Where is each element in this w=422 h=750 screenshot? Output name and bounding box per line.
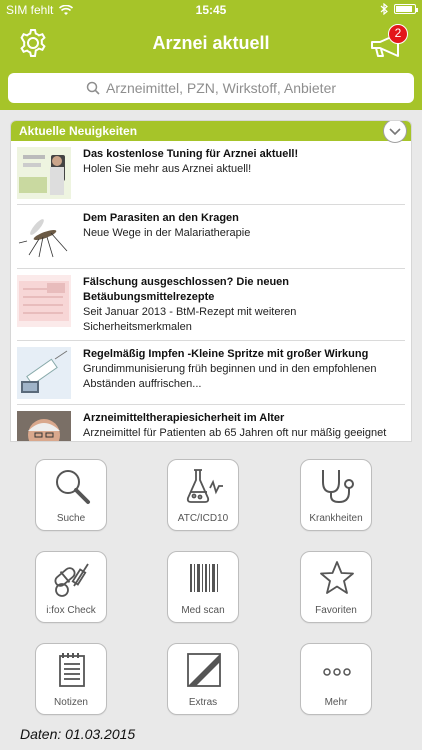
- tile-suche[interactable]: Suche: [35, 459, 107, 531]
- tile-atc-icd10[interactable]: ATC/ICD10: [167, 459, 239, 531]
- news-headline: Regelmäßig Impfen -Kleine Spritze mit gr…: [83, 348, 369, 360]
- news-item[interactable]: Arzneimitteltherapiesicherheit im Alter …: [17, 405, 405, 441]
- chevron-down-icon: [389, 128, 401, 136]
- news-item[interactable]: Das kostenlose Tuning für Arznei aktuell…: [17, 141, 405, 205]
- tile-label: Notizen: [54, 697, 88, 708]
- tile-label: i:fox Check: [46, 605, 96, 616]
- tile-krankheiten[interactable]: Krankheiten: [300, 459, 372, 531]
- barcode-icon: [190, 564, 218, 592]
- tile-label: Extras: [188, 697, 218, 708]
- status-right: [380, 3, 418, 15]
- tile-ifox-check[interactable]: i:fox Check: [35, 551, 107, 623]
- elderly-man-thumbnail: [17, 411, 71, 441]
- news-item[interactable]: Fälschung ausgeschlossen? Die neuen Betä…: [17, 269, 405, 341]
- lab-flask-icon: [186, 469, 223, 503]
- notification-badge[interactable]: 2: [388, 24, 408, 44]
- news-headline: Arzneimitteltherapiesicherheit im Alter: [83, 412, 285, 424]
- news-headline: Fälschung ausgeschlossen? Die neuen Betä…: [83, 276, 289, 303]
- search-input[interactable]: Arzneimittel, PZN, Wirkstoff, Anbieter: [8, 73, 414, 103]
- tile-label: Mehr: [324, 697, 348, 708]
- news-headline: Dem Parasiten an den Kragen: [83, 212, 239, 224]
- news-description: Grundimmunisierung früh beginnen und in …: [83, 363, 377, 390]
- tile-label: Med scan: [181, 605, 225, 616]
- tile-favoriten[interactable]: Favoriten: [300, 551, 372, 623]
- tile-notizen[interactable]: Notizen: [35, 643, 107, 715]
- app-title: Arznei aktuell: [152, 33, 270, 53]
- ifap-logo-icon: [187, 653, 221, 687]
- mosquito-thumbnail: [17, 211, 71, 263]
- news-description: Arzneimittel für Patienten ab 65 Jahren …: [83, 427, 387, 439]
- notepad-icon: [59, 653, 85, 687]
- promo-thumbnail: [17, 147, 71, 199]
- status-bar: SIM fehlt 15:45: [0, 0, 422, 20]
- tile-med-scan[interactable]: Med scan: [167, 551, 239, 623]
- news-header: Aktuelle Neuigkeiten: [11, 121, 411, 143]
- status-time: 15:45: [195, 3, 227, 17]
- search-icon: [86, 81, 100, 95]
- prescription-thumbnail: [17, 275, 71, 327]
- bluetooth-icon: [380, 3, 388, 15]
- news-description: Neue Wege in der Malariatherapie: [83, 227, 251, 239]
- tile-extras[interactable]: Extras: [167, 643, 239, 715]
- news-panel: Aktuelle Neuigkeiten Das kostenlose Tuni…: [10, 120, 412, 442]
- news-description: Seit Januar 2013 - BtM-Rezept mit weiter…: [83, 306, 297, 333]
- battery-icon: [394, 4, 418, 14]
- more-dots-icon: [323, 668, 351, 676]
- tile-label: Suche: [56, 513, 86, 524]
- news-item[interactable]: Dem Parasiten an den Kragen Neue Wege in…: [17, 205, 405, 269]
- tile-mehr[interactable]: Mehr: [300, 643, 372, 715]
- tile-label: ATC/ICD10: [177, 513, 229, 524]
- pills-syringe-icon: [54, 563, 89, 597]
- news-description: Holen Sie mehr aus Arznei aktuell!: [83, 163, 252, 175]
- search-bar-container: Arzneimittel, PZN, Wirkstoff, Anbieter: [0, 66, 422, 110]
- data-date-label: Daten: 01.03.2015: [20, 726, 136, 742]
- navigation-bar: Arznei aktuell 2: [0, 20, 422, 66]
- tile-label: Krankheiten: [309, 513, 363, 524]
- tile-label: Favoriten: [315, 605, 357, 616]
- syringe-thumbnail: [17, 347, 71, 399]
- star-icon: [320, 561, 354, 594]
- news-item[interactable]: Regelmäßig Impfen -Kleine Spritze mit gr…: [17, 341, 405, 405]
- magnifier-icon: [56, 470, 90, 504]
- news-headline: Das kostenlose Tuning für Arznei aktuell…: [83, 148, 299, 160]
- search-placeholder: Arzneimittel, PZN, Wirkstoff, Anbieter: [105, 80, 337, 96]
- stethoscope-icon: [322, 470, 354, 504]
- news-header-label: Aktuelle Neuigkeiten: [19, 124, 138, 138]
- collapse-button[interactable]: [383, 121, 407, 143]
- battery-fill: [396, 6, 413, 12]
